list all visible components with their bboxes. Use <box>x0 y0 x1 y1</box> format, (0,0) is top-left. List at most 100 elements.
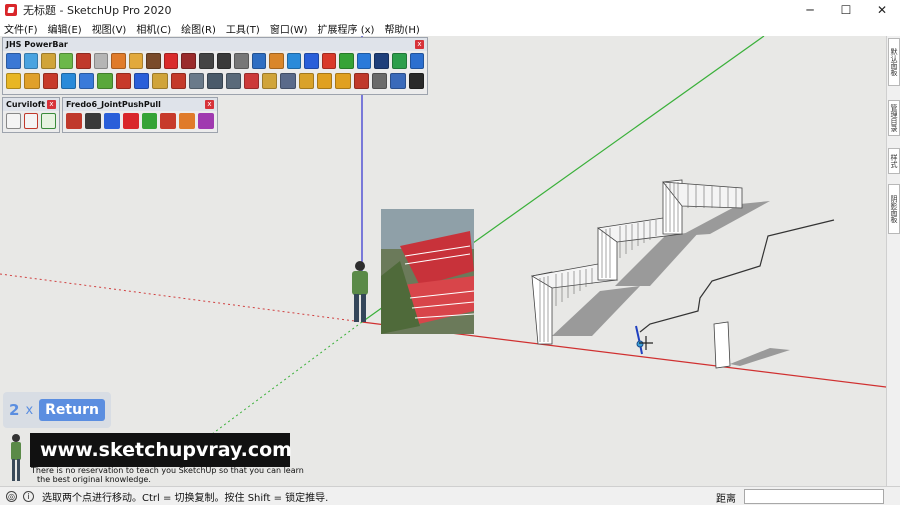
powerbar-row2-tool-3-icon[interactable] <box>42 73 58 89</box>
menu-bar: 文件(F) 编辑(E) 视图(V) 相机(C) 绘图(R) 工具(T) 窗口(W… <box>0 20 900 36</box>
powerbar-row1-tool-8-icon[interactable] <box>128 53 144 69</box>
menu-draw[interactable]: 绘图(R) <box>181 21 216 36</box>
watermark-caption-line-1: There is no reservation to teach you Ske… <box>31 466 304 475</box>
sketchup-logo-icon <box>5 4 17 16</box>
powerbar-row1-tool-12-icon[interactable] <box>199 53 214 69</box>
powerbar-row1-tool-15-icon[interactable] <box>251 53 267 69</box>
joint-push-pull-toolbar: Fredo6_JointPushPull x <box>62 97 218 133</box>
joint-push-pull-icon[interactable] <box>66 113 82 129</box>
follow-push-pull-icon[interactable] <box>141 113 158 129</box>
toolbar-header[interactable]: Curviloft x <box>3 98 59 111</box>
loft-along-path-icon[interactable] <box>23 113 39 129</box>
powerbar-row2-tool-12-icon[interactable] <box>207 73 223 89</box>
powerbar-row2-tool-7-icon[interactable] <box>115 73 132 89</box>
keystroke-count: 2 <box>9 401 20 419</box>
powerbar-row2-tool-21-icon[interactable] <box>371 73 388 89</box>
minimize-button[interactable]: ─ <box>792 0 828 20</box>
powerbar-row2-tool-19-icon[interactable] <box>335 73 351 89</box>
menu-edit[interactable]: 编辑(E) <box>48 21 82 36</box>
powerbar-row1-tool-7-icon[interactable] <box>111 53 126 69</box>
powerbar-row2-tool-14-icon[interactable] <box>243 73 260 89</box>
powerbar-row1-tool-19-icon[interactable] <box>321 53 337 69</box>
vector-push-pull-icon[interactable] <box>84 113 101 129</box>
powerbar-row1-tool-20-icon[interactable] <box>339 53 354 69</box>
powerbar-row1-tool-24-icon[interactable] <box>409 53 425 69</box>
powerbar-row2-tool-17-icon[interactable] <box>298 73 315 89</box>
curviloft-toolbar: Curviloft x <box>2 97 60 133</box>
toolbar-header[interactable]: Fredo6_JointPushPull x <box>63 98 217 111</box>
powerbar-row1-tool-10-icon[interactable] <box>163 53 179 69</box>
powerbar-row1-tool-9-icon[interactable] <box>146 53 161 69</box>
menu-camera[interactable]: 相机(C) <box>136 21 171 36</box>
extrude-push-pull-icon[interactable] <box>122 113 139 129</box>
powerbar-row1-tool-2-icon[interactable] <box>23 53 39 69</box>
powerbar-row1-tool-17-icon[interactable] <box>286 53 302 69</box>
menu-view[interactable]: 视图(V) <box>92 21 127 36</box>
undo-push-pull-icon[interactable] <box>160 113 177 129</box>
toolbar-close-button[interactable]: x <box>415 40 424 49</box>
watermark-figure-icon <box>11 434 21 481</box>
menu-window[interactable]: 窗口(W) <box>270 21 308 36</box>
powerbar-row2-tool-1-icon[interactable] <box>6 73 22 89</box>
keystroke-times: x <box>25 402 34 418</box>
powerbar-row1-tool-1-icon[interactable] <box>6 53 21 69</box>
powerbar-row2-tool-13-icon[interactable] <box>225 73 241 89</box>
powerbar-row1-tool-18-icon[interactable] <box>304 53 319 69</box>
powerbar-row2-tool-16-icon[interactable] <box>280 73 296 89</box>
powerbar-row2-tool-10-icon[interactable] <box>170 73 186 89</box>
skinning-icon[interactable] <box>41 113 57 129</box>
powerbar-row1-tool-5-icon[interactable] <box>76 53 91 69</box>
menu-file[interactable]: 文件(F) <box>4 21 38 36</box>
powerbar-row1-tool-16-icon[interactable] <box>269 53 284 69</box>
powerbar-row2-tool-11-icon[interactable] <box>188 73 205 89</box>
thicken-icon[interactable] <box>198 113 214 129</box>
menu-tools[interactable]: 工具(T) <box>226 21 260 36</box>
menu-extensions[interactable]: 扩展程序 (x) <box>318 21 375 36</box>
maximize-button[interactable]: ☐ <box>828 0 864 20</box>
tray-tab-styles[interactable]: 样式 <box>888 148 900 174</box>
green-axis-dotted <box>195 321 363 447</box>
powerbar-row1-tool-13-icon[interactable] <box>216 53 232 69</box>
loft-by-spline-icon[interactable] <box>6 113 21 129</box>
redo-push-pull-icon[interactable] <box>179 113 196 129</box>
toolbar-title: Curviloft <box>6 100 46 109</box>
powerbar-row2-tool-9-icon[interactable] <box>152 73 168 89</box>
powerbar-row1-tool-23-icon[interactable] <box>392 53 407 69</box>
info-icon[interactable]: i <box>23 490 34 502</box>
default-tray: 默认面板 管理目录 样式 阴影面板 <box>886 36 900 486</box>
watermark-banner: www.sketchupvray.com <box>30 433 292 467</box>
powerbar-row2-tool-22-icon[interactable] <box>390 73 406 89</box>
powerbar-row2-tool-5-icon[interactable] <box>79 73 95 89</box>
measurements-label: 距离 <box>716 494 736 505</box>
powerbar-row2-tool-2-icon[interactable] <box>24 73 40 89</box>
powerbar-row2-tool-8-icon[interactable] <box>134 73 150 89</box>
powerbar-row2-tool-23-icon[interactable] <box>408 73 424 89</box>
toolbar-row <box>3 111 59 131</box>
powerbar-row2-tool-20-icon[interactable] <box>353 73 369 89</box>
geo-location-icon[interactable]: ◎ <box>6 490 17 502</box>
toolbar-title: JHS PowerBar <box>6 40 68 49</box>
powerbar-row1-tool-4-icon[interactable] <box>58 53 74 69</box>
powerbar-row1-tool-6-icon[interactable] <box>93 53 109 69</box>
powerbar-row2-tool-15-icon[interactable] <box>262 73 278 89</box>
powerbar-row1-tool-3-icon[interactable] <box>41 53 56 69</box>
powerbar-row2-tool-4-icon[interactable] <box>60 73 77 89</box>
menu-help[interactable]: 帮助(H) <box>384 21 419 36</box>
watermark-caption-line-2: the best original knowledge. <box>37 475 151 484</box>
measurements-input[interactable] <box>744 489 884 504</box>
close-button[interactable]: ✕ <box>864 0 900 20</box>
powerbar-row1-tool-22-icon[interactable] <box>374 53 390 69</box>
powerbar-row1-tool-14-icon[interactable] <box>234 53 249 69</box>
powerbar-row2-tool-6-icon[interactable] <box>97 73 113 89</box>
powerbar-row1-tool-21-icon[interactable] <box>356 53 372 69</box>
toolbar-header[interactable]: JHS PowerBar x <box>3 38 427 51</box>
powerbar-row2-tool-18-icon[interactable] <box>317 73 333 89</box>
tray-tab-shadows[interactable]: 阴影面板 <box>888 184 900 234</box>
normal-push-pull-icon[interactable] <box>103 113 120 129</box>
toolbar-close-button[interactable]: x <box>205 100 214 109</box>
tray-tab-default[interactable]: 默认面板 <box>888 38 900 86</box>
toolbar-title: Fredo6_JointPushPull <box>66 100 161 109</box>
powerbar-row1-tool-11-icon[interactable] <box>181 53 197 69</box>
toolbar-close-button[interactable]: x <box>47 100 56 109</box>
tray-tab-manage[interactable]: 管理目录 <box>888 100 900 136</box>
